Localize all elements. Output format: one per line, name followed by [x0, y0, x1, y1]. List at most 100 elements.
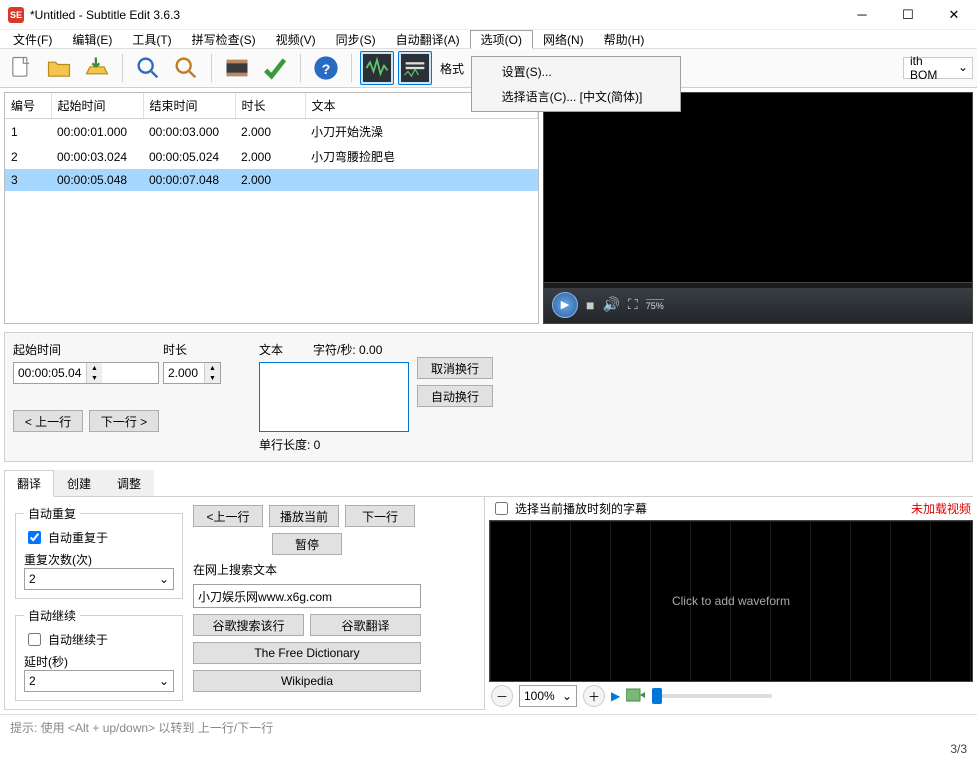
hint-bar: 提示: 使用 <Alt + up/down> 以转到 上一行/下一行: [0, 714, 977, 740]
auto-repeat-legend: 自动重复: [24, 505, 80, 522]
open-file-button[interactable]: [42, 51, 76, 85]
format-label: 格式: [440, 60, 464, 77]
video-area[interactable]: [544, 93, 972, 285]
zoom-value: 75%: [646, 299, 664, 311]
tab-translate[interactable]: 翻译: [4, 470, 54, 497]
menu-help[interactable]: 帮助(H): [594, 30, 655, 48]
video-seek-track[interactable]: [544, 282, 972, 288]
subtitle-text-input[interactable]: [259, 362, 409, 432]
visual-sync-button[interactable]: [220, 51, 254, 85]
wikipedia-button[interactable]: Wikipedia: [193, 670, 421, 692]
subtitle-grid[interactable]: 编号 起始时间 结束时间 时长 文本 100:00:01.00000:00:03…: [4, 92, 539, 324]
auto-continue-group: 自动继续 自动继续于 延时(秒) 2: [15, 607, 183, 701]
col-end[interactable]: 结束时间: [143, 93, 235, 119]
menu-choose-language[interactable]: 选择语言(C)... [中文(简体)]: [474, 84, 678, 109]
google-search-button[interactable]: 谷歌搜索该行: [193, 614, 304, 636]
table-row[interactable]: 200:00:03.02400:00:05.0242.000小刀弯腰捡肥皂: [5, 144, 538, 169]
trans-play-button[interactable]: 播放当前: [269, 505, 339, 527]
delay-combo[interactable]: 2: [24, 670, 174, 692]
menu-network[interactable]: 网络(N): [533, 30, 594, 48]
bottom-tabs: 翻译 创建 调整: [4, 470, 973, 497]
repeat-count-combo[interactable]: 2: [24, 568, 174, 590]
video-not-loaded-label: 未加载视频: [911, 500, 971, 517]
waveform-placeholder: Click to add waveform: [672, 594, 790, 608]
save-button[interactable]: [80, 51, 114, 85]
encoding-combo[interactable]: ith BOM: [903, 57, 973, 79]
table-row[interactable]: 100:00:01.00000:00:03.0002.000小刀开始洗澡: [5, 119, 538, 145]
menu-settings[interactable]: 设置(S)...: [474, 59, 678, 84]
options-dropdown: 设置(S)... 选择语言(C)... [中文(简体)]: [471, 56, 681, 112]
tab-create[interactable]: 创建: [54, 470, 104, 496]
menu-edit[interactable]: 编辑(E): [62, 30, 122, 48]
waveform-area[interactable]: Click to add waveform: [489, 520, 973, 682]
menu-video[interactable]: 视频(V): [266, 30, 326, 48]
edit-panel: 起始时间 ▲▼ < 上一行 下一行 > 时长 ▲▼ 文本 字符/秒: 0.00 …: [4, 332, 973, 462]
wave-play-icon[interactable]: ▶: [611, 689, 620, 703]
video-controls: ▶ ■ 🔊 ⛶ 75%: [544, 285, 972, 323]
cps-label: 字符/秒: 0.00: [313, 341, 382, 358]
maximize-button[interactable]: ☐: [885, 0, 931, 30]
spellcheck-button[interactable]: [258, 51, 292, 85]
wave-strip-icon[interactable]: [626, 687, 646, 706]
auto-continue-checkbox[interactable]: 自动继续于: [24, 630, 174, 649]
table-row[interactable]: 300:00:05.04800:00:07.0482.000: [5, 169, 538, 191]
wave-zoom-combo[interactable]: 100%: [519, 685, 577, 707]
new-file-button[interactable]: [4, 51, 38, 85]
line-length-label: 单行长度: 0: [259, 436, 409, 453]
select-current-checkbox[interactable]: 选择当前播放时刻的字幕: [491, 499, 647, 518]
trans-pause-button[interactable]: 暂停: [272, 533, 342, 555]
volume-icon[interactable]: 🔊: [602, 296, 619, 313]
wave-position-slider[interactable]: [652, 694, 772, 698]
zoom-in-button[interactable]: ＋: [583, 685, 605, 707]
search-label: 在网上搜索文本: [193, 561, 421, 578]
repeat-count-label: 重复次数(次): [24, 551, 174, 568]
fullscreen-icon[interactable]: ⛶: [628, 296, 638, 313]
col-start[interactable]: 起始时间: [51, 93, 143, 119]
stop-icon[interactable]: ■: [586, 297, 594, 313]
trans-next-button[interactable]: 下一行: [345, 505, 415, 527]
minimize-button[interactable]: ─: [839, 0, 885, 30]
delay-label: 延时(秒): [24, 653, 174, 670]
play-button[interactable]: ▶: [552, 292, 578, 318]
auto-wrap-button[interactable]: 自动换行: [417, 385, 493, 407]
video-panel: ▶ ■ 🔊 ⛶ 75%: [543, 92, 973, 324]
start-time-input[interactable]: ▲▼: [13, 362, 159, 384]
prev-line-button[interactable]: < 上一行: [13, 410, 83, 432]
menu-autotranslate[interactable]: 自动翻译(A): [386, 30, 470, 48]
col-dur[interactable]: 时长: [235, 93, 305, 119]
menu-spellcheck[interactable]: 拼写检查(S): [182, 30, 266, 48]
tab-adjust[interactable]: 调整: [104, 470, 154, 496]
next-line-button[interactable]: 下一行 >: [89, 410, 159, 432]
auto-continue-legend: 自动继续: [24, 607, 80, 624]
free-dictionary-button[interactable]: The Free Dictionary: [193, 642, 421, 664]
duration-input[interactable]: ▲▼: [163, 362, 221, 384]
start-label: 起始时间: [13, 341, 159, 358]
trans-prev-button[interactable]: <上一行: [193, 505, 263, 527]
video-toggle[interactable]: [398, 51, 432, 85]
cancel-wrap-button[interactable]: 取消换行: [417, 357, 493, 379]
close-button[interactable]: ✕: [931, 0, 977, 30]
find-button[interactable]: [131, 51, 165, 85]
menu-sync[interactable]: 同步(S): [326, 30, 386, 48]
google-translate-button[interactable]: 谷歌翻译: [310, 614, 421, 636]
waveform-panel: 选择当前播放时刻的字幕 未加载视频 Click to add waveform …: [489, 497, 973, 710]
waveform-footer: － 100% ＋ ▶: [489, 682, 973, 710]
duration-label: 时长: [163, 341, 221, 358]
window-title: *Untitled - Subtitle Edit 3.6.3: [30, 8, 839, 22]
auto-repeat-group: 自动重复 自动重复于 重复次数(次) 2: [15, 505, 183, 599]
menu-tools[interactable]: 工具(T): [122, 30, 181, 48]
zoom-out-button[interactable]: －: [491, 685, 513, 707]
svg-text:?: ?: [322, 61, 331, 77]
menu-options-label: 选项(O): [481, 31, 522, 48]
replace-button[interactable]: [169, 51, 203, 85]
menu-options[interactable]: 选项(O) 设置(S)... 选择语言(C)... [中文(简体)]: [470, 30, 533, 49]
app-icon: SE: [8, 7, 24, 23]
web-search-input[interactable]: [193, 584, 421, 608]
status-count: 3/3: [0, 740, 977, 758]
col-num[interactable]: 编号: [5, 93, 51, 119]
auto-repeat-checkbox[interactable]: 自动重复于: [24, 528, 174, 547]
menu-bar: 文件(F) 编辑(E) 工具(T) 拼写检查(S) 视频(V) 同步(S) 自动…: [0, 30, 977, 49]
menu-file[interactable]: 文件(F): [3, 30, 62, 48]
help-button[interactable]: ?: [309, 51, 343, 85]
waveform-toggle[interactable]: [360, 51, 394, 85]
